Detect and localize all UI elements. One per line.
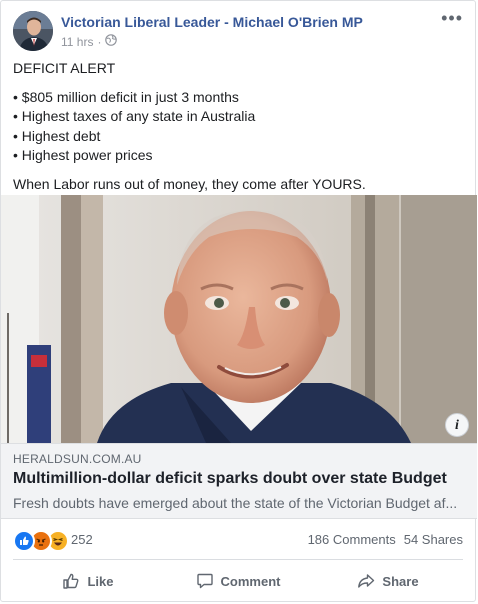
more-options-icon[interactable]: ••• — [441, 9, 463, 27]
reaction-icons[interactable] — [13, 530, 69, 552]
globe-icon[interactable] — [105, 34, 118, 49]
post-header: Victorian Liberal Leader - Michael O'Bri… — [13, 9, 463, 55]
comments-count-link[interactable]: 186 Comments — [308, 532, 396, 547]
like-label: Like — [87, 573, 114, 589]
post-body: DEFICIT ALERT • $805 million deficit in … — [13, 59, 463, 194]
shares-count-link[interactable]: 54 Shares — [404, 532, 463, 547]
share-label: Share — [382, 573, 419, 589]
post-headline: DEFICIT ALERT — [13, 60, 116, 76]
post-meta: 11 hrs · — [61, 34, 118, 49]
like-button[interactable]: Like — [13, 561, 163, 601]
share-button[interactable]: Share — [313, 561, 463, 601]
bullet-item: • Highest taxes of any state in Australi… — [13, 108, 256, 124]
bullet-item: • Highest power prices — [13, 147, 153, 163]
link-preview-image[interactable]: i — [1, 195, 477, 443]
post-timestamp[interactable]: 11 hrs — [61, 35, 93, 49]
post-actions: Like Comment Share — [13, 561, 463, 601]
facebook-post-card: Victorian Liberal Leader - Michael O'Bri… — [0, 0, 477, 602]
action-divider — [13, 559, 463, 560]
like-reaction-icon — [13, 530, 35, 552]
engagement-stats: 186 Comments 54 Shares — [308, 532, 463, 547]
link-description: Fresh doubts have emerged about the stat… — [13, 495, 458, 511]
reactions-bar: 252 186 Comments 54 Shares — [13, 529, 463, 552]
link-preview-details[interactable]: HERALDSUN.COM.AU Multimillion-dollar def… — [1, 443, 477, 519]
info-icon[interactable]: i — [445, 413, 469, 437]
bullet-item: • $805 million deficit in just 3 months — [13, 88, 239, 105]
bullet-item: • Highest debt — [13, 127, 101, 144]
meta-separator: · — [97, 34, 102, 49]
share-arrow-icon — [357, 572, 375, 590]
post-closing-line: When Labor runs out of money, they come … — [13, 175, 366, 192]
comment-button[interactable]: Comment — [163, 561, 313, 601]
link-title[interactable]: Multimillion-dollar deficit sparks doubt… — [13, 470, 447, 488]
thumbs-up-icon — [62, 572, 80, 590]
portrait-photo — [1, 195, 477, 443]
page-avatar[interactable] — [13, 11, 53, 51]
link-domain: HERALDSUN.COM.AU — [13, 452, 142, 466]
page-name-link[interactable]: Victorian Liberal Leader - Michael O'Bri… — [61, 14, 363, 30]
comment-label: Comment — [220, 573, 281, 589]
comment-icon — [196, 572, 214, 590]
reaction-count[interactable]: 252 — [71, 532, 93, 547]
